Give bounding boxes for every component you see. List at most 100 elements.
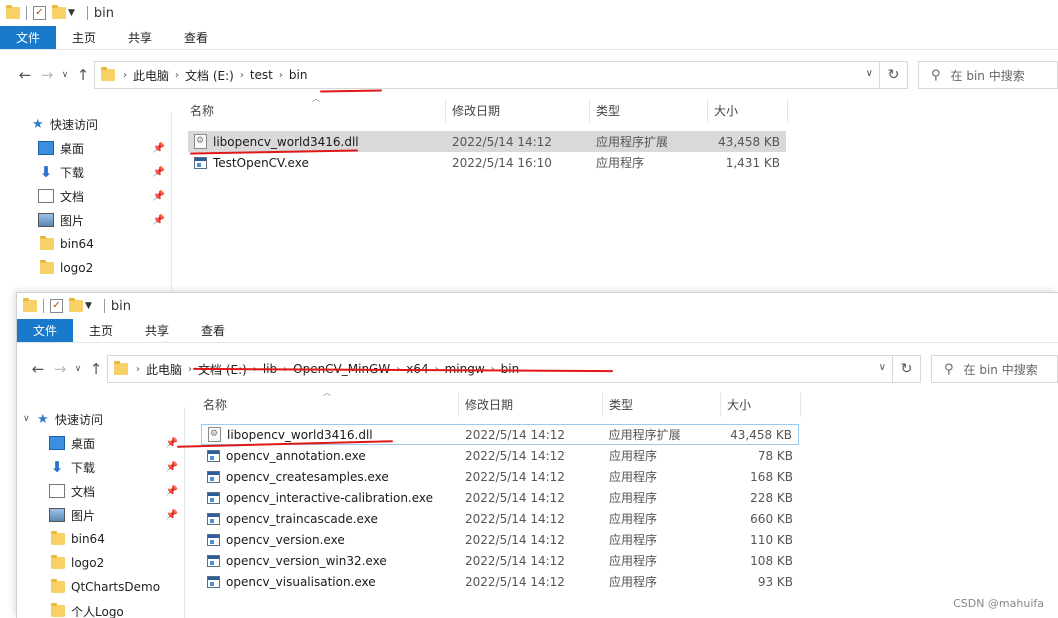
explorer-window-test-bin: ✓ ▼ bin 文件 主页 共享 查看 ← → ∨ ↑ › 此电脑 › 文档 (… bbox=[0, 0, 1058, 292]
dll-file-icon bbox=[194, 134, 207, 149]
nav-documents[interactable]: 文档 📌 bbox=[0, 184, 171, 208]
nav-quick-access[interactable]: ★ 快速访问 bbox=[0, 112, 171, 136]
recent-locations-chevron-icon[interactable]: ∨ bbox=[71, 364, 85, 374]
file-size: 43,458 KB bbox=[718, 134, 780, 149]
file-type: 应用程序 bbox=[609, 449, 658, 463]
nav-label: 文档 bbox=[71, 484, 96, 499]
back-arrow-icon[interactable]: ← bbox=[27, 360, 49, 378]
nav-label: 图片 bbox=[60, 213, 85, 228]
new-folder-icon[interactable] bbox=[69, 298, 83, 312]
nav-label: bin64 bbox=[60, 237, 94, 251]
nav-downloads[interactable]: ⬇ 下载 📌 bbox=[0, 160, 171, 184]
search-box[interactable]: ⚲ 在 bin 中搜索 bbox=[918, 61, 1058, 89]
file-row[interactable]: TestOpenCV.exe 2022/5/14 16:10 应用程序 1,43… bbox=[188, 152, 786, 173]
breadcrumb-drive-e[interactable]: 文档 (E:) bbox=[179, 67, 240, 84]
file-name-cell: opencv_version_win32.exe bbox=[201, 554, 459, 568]
up-arrow-icon[interactable]: ↑ bbox=[85, 360, 107, 378]
file-type: 应用程序 bbox=[609, 533, 658, 547]
up-arrow-icon[interactable]: ↑ bbox=[72, 66, 94, 84]
nav-pictures[interactable]: 图片 📌 bbox=[17, 503, 184, 527]
breadcrumb-test[interactable]: test bbox=[244, 68, 279, 82]
nav-label: logo2 bbox=[71, 556, 105, 570]
column-size[interactable]: 大小 bbox=[721, 393, 801, 417]
nav-downloads[interactable]: ⬇ 下载 📌 bbox=[17, 455, 184, 479]
sort-ascending-icon: ︿ bbox=[312, 94, 320, 103]
quick-access-toolbar-dropdown-icon[interactable]: ▼ bbox=[85, 301, 92, 311]
column-date[interactable]: 修改日期 bbox=[459, 393, 603, 417]
address-bar[interactable]: › 此电脑 › 文档 (E:) › test › bin ∨ bbox=[94, 61, 880, 89]
refresh-button[interactable]: ↻ bbox=[893, 355, 921, 383]
forward-arrow-icon[interactable]: → bbox=[36, 66, 58, 84]
expand-chevron-icon[interactable]: ∨ bbox=[23, 414, 37, 424]
pin-icon[interactable]: 📌 bbox=[166, 510, 178, 521]
file-type: 应用程序 bbox=[609, 554, 658, 568]
file-name: opencv_version.exe bbox=[226, 532, 345, 547]
column-date[interactable]: 修改日期 bbox=[446, 99, 590, 123]
file-row[interactable]: opencv_interactive-calibration.exe 2022/5… bbox=[201, 487, 799, 508]
search-box[interactable]: ⚲ 在 bin 中搜索 bbox=[931, 355, 1058, 383]
tab-file[interactable]: 文件 bbox=[0, 26, 57, 49]
pin-icon[interactable]: 📌 bbox=[153, 215, 165, 226]
nav-folder-bin64[interactable]: bin64 bbox=[17, 527, 184, 551]
file-name: opencv_interactive-calibration.exe bbox=[226, 490, 434, 505]
separator bbox=[43, 299, 44, 313]
column-size[interactable]: 大小 bbox=[708, 99, 788, 123]
column-type[interactable]: 类型 bbox=[590, 99, 708, 123]
tab-share[interactable]: 共享 bbox=[129, 319, 185, 342]
recent-locations-chevron-icon[interactable]: ∨ bbox=[58, 70, 72, 80]
nav-folder-logo2[interactable]: logo2 bbox=[17, 551, 184, 575]
address-dropdown-icon[interactable]: ∨ bbox=[866, 68, 873, 79]
pin-icon[interactable]: 📌 bbox=[166, 462, 178, 473]
exe-file-icon bbox=[207, 471, 220, 483]
file-row[interactable]: opencv_annotation.exe 2022/5/14 14:12 应用程序… bbox=[201, 445, 799, 466]
nav-folder-personal-logo[interactable]: 个人Logo bbox=[17, 599, 184, 618]
nav-quick-access[interactable]: ∨ ★ 快速访问 bbox=[17, 407, 184, 431]
breadcrumb-this-pc[interactable]: 此电脑 bbox=[140, 361, 188, 378]
tab-view[interactable]: 查看 bbox=[168, 26, 224, 49]
nav-folder-bin64[interactable]: bin64 bbox=[0, 232, 171, 256]
file-row[interactable]: libopencv_world3416.dll 2022/5/14 14:12 … bbox=[188, 131, 786, 152]
file-row[interactable]: opencv_createsamples.exe 2022/5/14 14:12 应… bbox=[201, 466, 799, 487]
tab-home[interactable]: 主页 bbox=[56, 26, 112, 49]
breadcrumb-this-pc[interactable]: 此电脑 bbox=[127, 67, 175, 84]
pin-icon[interactable]: 📌 bbox=[153, 143, 165, 154]
file-row[interactable]: opencv_visualisation.exe 2022/5/14 14:12 应… bbox=[201, 571, 799, 592]
nav-pictures[interactable]: 图片 📌 bbox=[0, 208, 171, 232]
separator bbox=[86, 6, 88, 20]
new-folder-icon[interactable] bbox=[52, 5, 66, 19]
exe-file-icon bbox=[207, 513, 220, 525]
tab-home[interactable]: 主页 bbox=[73, 319, 129, 342]
column-type[interactable]: 类型 bbox=[603, 393, 721, 417]
nav-documents[interactable]: 文档 📌 bbox=[17, 479, 184, 503]
nav-desktop[interactable]: 桌面 📌 bbox=[0, 136, 171, 160]
forward-arrow-icon[interactable]: → bbox=[49, 360, 71, 378]
folder-icon bbox=[40, 260, 54, 274]
folder-icon bbox=[23, 298, 37, 312]
quick-access-toolbar-dropdown-icon[interactable]: ▼ bbox=[68, 8, 75, 18]
file-name-cell: TestOpenCV.exe bbox=[188, 156, 446, 170]
properties-icon[interactable]: ✓ bbox=[33, 6, 46, 20]
tab-view[interactable]: 查看 bbox=[185, 319, 241, 342]
pin-icon[interactable]: 📌 bbox=[166, 486, 178, 497]
address-dropdown-icon[interactable]: ∨ bbox=[879, 362, 886, 373]
tab-share[interactable]: 共享 bbox=[112, 26, 168, 49]
tab-file[interactable]: 文件 bbox=[17, 319, 74, 342]
exe-file-icon bbox=[207, 450, 220, 462]
file-name-cell: opencv_createsamples.exe bbox=[201, 470, 459, 484]
file-name: opencv_version_win32.exe bbox=[226, 553, 387, 568]
file-row[interactable]: opencv_traincascade.exe 2022/5/14 14:12 应用… bbox=[201, 508, 799, 529]
nav-desktop[interactable]: 桌面 📌 bbox=[17, 431, 184, 455]
file-date: 2022/5/14 16:10 bbox=[452, 155, 552, 170]
pin-icon[interactable]: 📌 bbox=[153, 191, 165, 202]
breadcrumb-bin[interactable]: bin bbox=[283, 68, 314, 82]
file-row[interactable]: opencv_version_win32.exe 2022/5/14 14:12 应… bbox=[201, 550, 799, 571]
nav-folder-logo2[interactable]: logo2 bbox=[0, 256, 171, 280]
folder-icon bbox=[101, 67, 115, 81]
nav-folder-qtchartsdemo[interactable]: QtChartsDemo bbox=[17, 575, 184, 599]
back-arrow-icon[interactable]: ← bbox=[14, 66, 36, 84]
refresh-button[interactable]: ↻ bbox=[880, 61, 908, 89]
pin-icon[interactable]: 📌 bbox=[153, 167, 165, 178]
properties-icon[interactable]: ✓ bbox=[50, 299, 63, 313]
file-row[interactable]: opencv_version.exe 2022/5/14 14:12 应用程序 110… bbox=[201, 529, 799, 550]
file-name: libopencv_world3416.dll bbox=[213, 134, 359, 149]
